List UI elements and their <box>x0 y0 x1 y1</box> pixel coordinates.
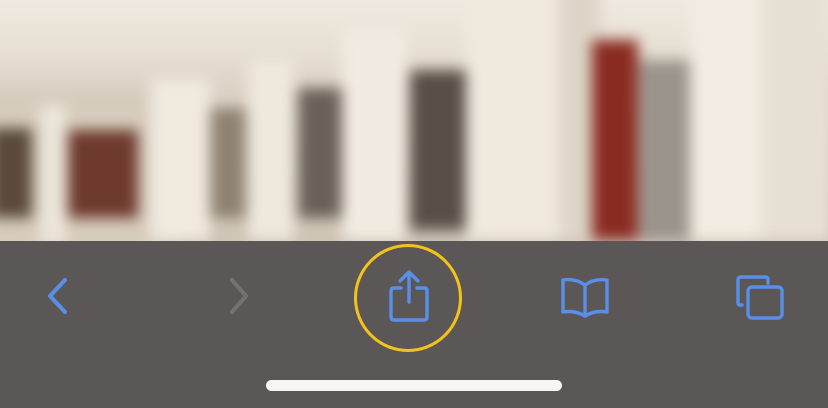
book-icon <box>561 277 609 318</box>
home-indicator[interactable] <box>266 380 562 391</box>
chevron-right-icon <box>230 278 248 314</box>
share-highlight-ring <box>354 244 462 352</box>
bookmarks-button[interactable] <box>558 274 612 320</box>
page-content-image <box>0 0 828 241</box>
browser-screen <box>0 0 828 408</box>
back-button[interactable] <box>38 272 78 320</box>
forward-button[interactable] <box>218 272 258 320</box>
tabs-icon <box>736 275 784 320</box>
chevron-left-icon <box>48 278 67 314</box>
tabs-button[interactable] <box>734 272 786 322</box>
